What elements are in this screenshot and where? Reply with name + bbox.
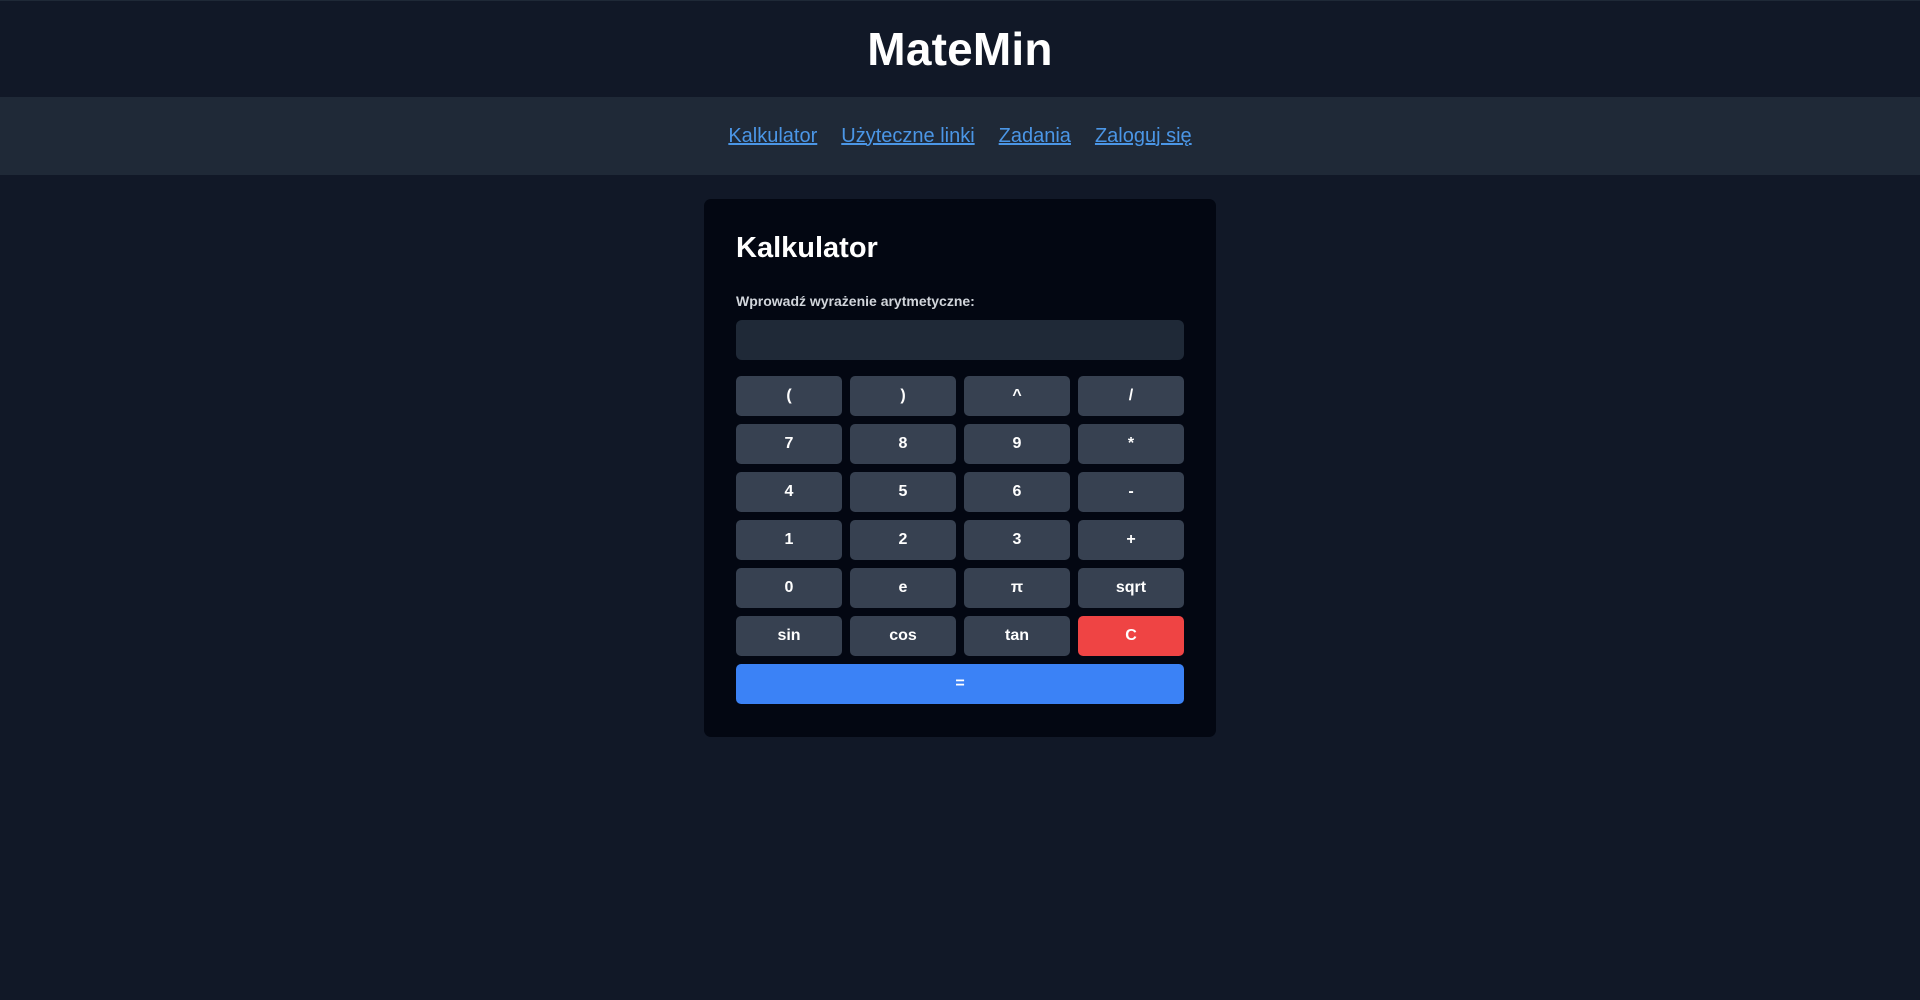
key-close-paren[interactable]: ): [850, 376, 956, 416]
nav-link-useful-links[interactable]: Użyteczne linki: [841, 125, 974, 148]
key-power[interactable]: ^: [964, 376, 1070, 416]
key-pi[interactable]: π: [964, 568, 1070, 608]
main-content: Kalkulator Wprowadź wyrażenie arytmetycz…: [0, 175, 1920, 737]
calculator-card: Kalkulator Wprowadź wyrażenie arytmetycz…: [704, 199, 1216, 737]
key-2[interactable]: 2: [850, 520, 956, 560]
key-6[interactable]: 6: [964, 472, 1070, 512]
key-3[interactable]: 3: [964, 520, 1070, 560]
key-7[interactable]: 7: [736, 424, 842, 464]
site-title: MateMin: [867, 23, 1053, 75]
key-sin[interactable]: sin: [736, 616, 842, 656]
keypad: ( ) ^ / 7 8 9 * 4 5 6 - 1 2 3 + 0 e π sq…: [736, 376, 1184, 704]
key-multiply[interactable]: *: [1078, 424, 1184, 464]
key-8[interactable]: 8: [850, 424, 956, 464]
key-9[interactable]: 9: [964, 424, 1070, 464]
clear-button[interactable]: C: [1078, 616, 1184, 656]
key-1[interactable]: 1: [736, 520, 842, 560]
nav-link-login[interactable]: Zaloguj się: [1095, 125, 1192, 148]
calculator-title: Kalkulator: [736, 232, 878, 264]
nav-link-tasks[interactable]: Zadania: [999, 125, 1071, 148]
site-header: MateMin: [0, 0, 1920, 97]
key-cos[interactable]: cos: [850, 616, 956, 656]
key-e[interactable]: e: [850, 568, 956, 608]
key-open-paren[interactable]: (: [736, 376, 842, 416]
key-0[interactable]: 0: [736, 568, 842, 608]
nav-link-kalkulator[interactable]: Kalkulator: [728, 125, 817, 148]
equals-button[interactable]: =: [736, 664, 1184, 704]
key-divide[interactable]: /: [1078, 376, 1184, 416]
key-sqrt[interactable]: sqrt: [1078, 568, 1184, 608]
key-5[interactable]: 5: [850, 472, 956, 512]
key-tan[interactable]: tan: [964, 616, 1070, 656]
key-4[interactable]: 4: [736, 472, 842, 512]
key-add[interactable]: +: [1078, 520, 1184, 560]
expression-input[interactable]: [736, 320, 1184, 360]
key-subtract[interactable]: -: [1078, 472, 1184, 512]
expression-label: Wprowadź wyrażenie arytmetyczne:: [736, 293, 975, 309]
main-nav: Kalkulator Użyteczne linki Zadania Zalog…: [0, 97, 1920, 175]
